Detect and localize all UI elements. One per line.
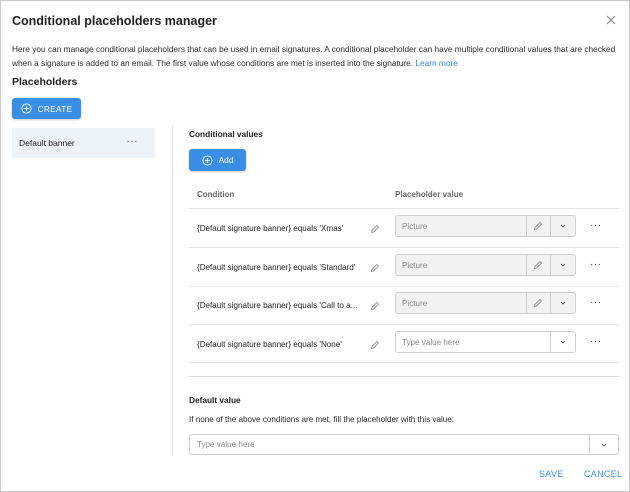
chevron-down-icon[interactable] [559,261,567,269]
field-divider [526,216,527,236]
pencil-icon[interactable] [370,301,380,311]
row-separator [189,247,619,248]
placeholder-value-field[interactable]: Picture [395,254,576,276]
placeholder-item-label: Default banner [19,138,75,148]
conditional-placeholders-dialog: Conditional placeholders manager Here yo… [0,0,630,492]
add-button[interactable]: Add [189,149,246,171]
plus-circle-icon [21,103,32,114]
default-value-hint: If none of the above conditions are met,… [189,415,455,424]
placeholder-item-default-banner[interactable]: Default banner ··· [12,128,155,158]
conditional-row: {Default signature banner} equals 'None'… [189,327,619,365]
placeholder-value-field[interactable]: Picture [395,292,576,314]
chevron-down-icon[interactable] [559,338,567,346]
condition-text: {Default signature banner} equals 'None' [197,340,342,349]
conditional-row: {Default signature banner} equals 'Call … [189,288,619,326]
panel-divider [172,126,173,456]
placeholder-value-text: Picture [402,299,428,308]
field-divider [526,255,527,275]
condition-text: {Default signature banner} equals 'Stand… [197,263,356,272]
condition-text: {Default signature banner} equals 'Xmas' [197,224,344,233]
condition-text: {Default signature banner} equals 'Call … [197,301,358,310]
row-separator [189,362,619,363]
pencil-icon[interactable] [533,221,543,231]
more-icon[interactable]: ··· [127,136,139,147]
intro-paragraph: Here you can manage conditional placehol… [12,42,616,70]
dialog-title: Conditional placeholders manager [12,14,217,28]
placeholder-value-placeholder: Type value here [402,338,460,347]
more-icon[interactable]: ··· [590,220,602,231]
field-divider [550,255,551,275]
more-icon[interactable]: ··· [590,336,602,347]
conditional-row: {Default signature banner} equals 'Stand… [189,250,619,288]
default-value-input[interactable]: Type value here [189,434,619,455]
create-button[interactable]: CREATE [12,98,81,119]
default-value-heading: Default value [189,395,241,405]
placeholder-value-text: Picture [402,261,428,270]
field-divider [589,435,590,454]
pencil-icon[interactable] [533,260,543,270]
default-value-placeholder: Type value here [197,440,255,449]
pencil-icon[interactable] [370,263,380,273]
placeholder-value-field[interactable]: Picture [395,215,576,237]
placeholders-heading: Placeholders [12,76,78,88]
pencil-icon[interactable] [370,340,380,350]
field-divider [550,293,551,313]
plus-circle-icon [202,154,213,166]
placeholder-value-column-header: Placeholder value [395,190,464,199]
conditional-row: {Default signature banner} equals 'Xmas'… [189,211,619,249]
placeholder-value-input[interactable]: Type value here [395,331,576,353]
placeholder-value-text: Picture [402,222,428,231]
save-button[interactable]: SAVE [539,469,564,479]
field-divider [550,216,551,236]
row-separator [189,208,619,209]
more-icon[interactable]: ··· [590,259,602,270]
row-separator [189,324,619,325]
pencil-icon[interactable] [370,224,380,234]
section-divider [189,376,619,377]
intro-text: Here you can manage conditional placehol… [12,44,616,68]
row-separator [189,286,619,287]
field-divider [526,293,527,313]
cancel-button[interactable]: CANCEL [584,469,622,479]
condition-column-header: Condition [197,190,235,199]
more-icon[interactable]: ··· [590,297,602,308]
field-divider [550,332,551,352]
learn-more-link[interactable]: Learn more [415,58,457,68]
create-button-label: CREATE [37,103,73,114]
chevron-down-icon[interactable] [600,441,608,449]
chevron-down-icon[interactable] [559,222,567,230]
close-icon[interactable] [605,14,617,26]
chevron-down-icon[interactable] [559,299,567,307]
conditional-values-heading: Conditional values [189,129,263,139]
pencil-icon[interactable] [533,298,543,308]
add-button-label: Add [218,155,234,165]
